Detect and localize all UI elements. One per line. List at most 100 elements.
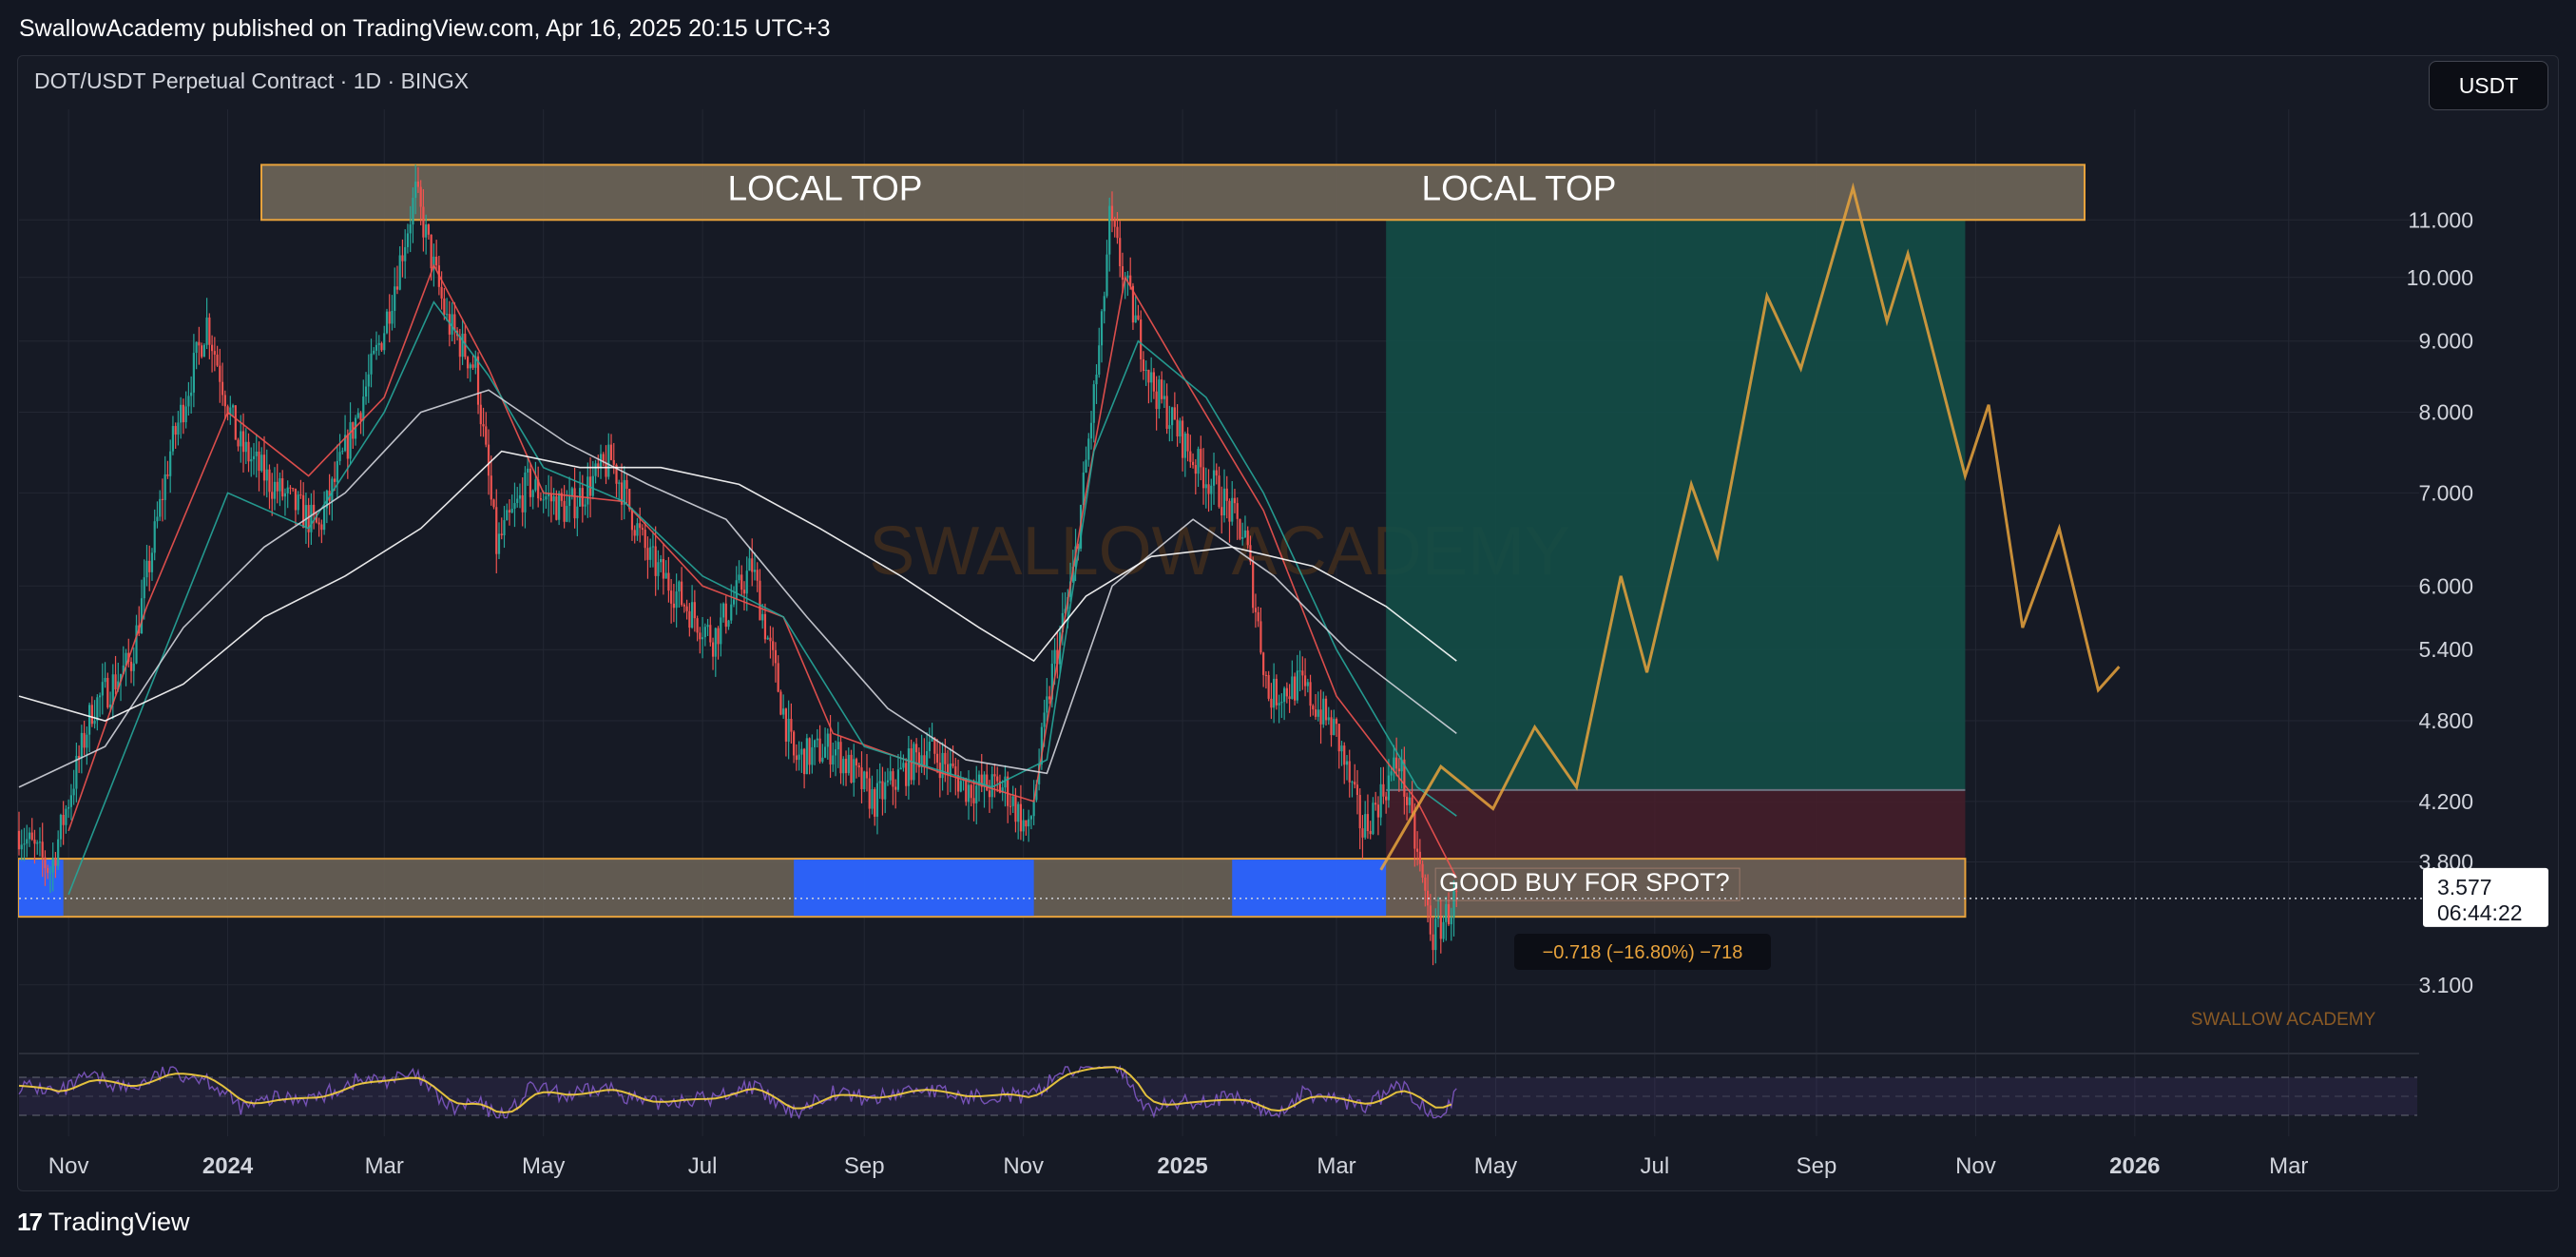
candle-body <box>1150 372 1153 383</box>
candle-body <box>161 498 164 500</box>
candle-body <box>1312 706 1315 710</box>
candle-body <box>1301 670 1304 676</box>
candle-body <box>816 738 818 741</box>
candle-body <box>1113 220 1116 227</box>
candle-body <box>356 413 359 418</box>
candle-body <box>1372 803 1375 835</box>
candle-body <box>252 455 256 459</box>
candle-body <box>41 841 44 858</box>
candle-body <box>1004 776 1007 788</box>
candle-body <box>1144 369 1147 372</box>
candle-body <box>331 478 334 501</box>
candle-body <box>787 719 790 742</box>
candle-body <box>907 748 910 786</box>
candle-body <box>1351 782 1354 783</box>
candle-body <box>774 649 778 664</box>
candle-body <box>466 357 470 369</box>
candle-body <box>573 488 576 519</box>
candle-body <box>811 746 814 765</box>
candle-body <box>202 344 205 358</box>
candle-body <box>129 661 133 671</box>
candle-body <box>763 613 767 640</box>
candle-body <box>1212 470 1216 486</box>
candle-body <box>1322 698 1325 725</box>
candle-body <box>865 771 869 779</box>
candle-body <box>395 286 399 290</box>
candle-body <box>1379 783 1382 818</box>
candle-body <box>140 598 144 634</box>
candle-body <box>1218 475 1221 508</box>
candle-body <box>1108 205 1111 255</box>
x-axis-tick-label: May <box>522 1153 565 1179</box>
candle-body <box>1317 709 1319 717</box>
price-label-value: 3.577 <box>2437 875 2492 899</box>
candle-body <box>724 603 727 628</box>
candle-body <box>163 474 166 500</box>
candle-body <box>143 577 145 599</box>
y-axis-tick-label: 9.000 <box>2418 329 2473 354</box>
candle-body <box>88 705 91 735</box>
candle-body <box>1221 507 1223 516</box>
candle-body <box>612 459 615 465</box>
candle-body <box>868 778 871 809</box>
candle-body <box>675 591 678 609</box>
candle-body <box>1358 795 1361 829</box>
candle-body <box>1361 828 1364 838</box>
candle-body <box>1257 611 1259 622</box>
candle-body <box>503 520 506 536</box>
candle-body <box>1254 608 1258 612</box>
candle-body <box>1194 465 1197 474</box>
candle-body <box>219 365 221 382</box>
candle-body <box>720 617 722 645</box>
candle-body <box>959 781 962 792</box>
candle-body <box>534 479 537 491</box>
candle-body <box>1330 717 1333 736</box>
candle-body <box>391 310 394 324</box>
candle-body <box>1291 676 1294 699</box>
candle-body <box>899 767 902 770</box>
candle-body <box>657 562 660 576</box>
candle-body <box>681 581 683 606</box>
candle-body <box>1355 784 1359 796</box>
candle-body <box>782 708 785 715</box>
candle-body <box>894 786 897 790</box>
candle-body <box>294 489 298 511</box>
candle-body <box>377 342 380 345</box>
candle-body <box>952 763 954 767</box>
candle-body <box>1406 796 1409 805</box>
candle-body <box>69 795 72 807</box>
candle-body <box>1189 451 1192 462</box>
candle-body <box>51 858 54 873</box>
candle-body <box>104 677 106 683</box>
candle-body <box>297 494 299 511</box>
currency-button[interactable]: USDT <box>2429 61 2548 110</box>
candle-body <box>570 488 573 496</box>
candle-body <box>362 396 365 421</box>
candle-body <box>1158 379 1161 410</box>
candle-body <box>1366 814 1370 831</box>
footer-brand[interactable]: 17 TradingView <box>17 1208 190 1237</box>
candle-body <box>730 604 733 621</box>
candle-body <box>709 625 712 643</box>
candle-body <box>333 478 336 482</box>
candle-body <box>83 732 86 748</box>
candle-body <box>1186 433 1189 452</box>
candle-body <box>678 581 681 592</box>
candle-body <box>425 224 428 238</box>
candle-body <box>902 763 905 768</box>
candle-body <box>896 769 900 790</box>
price-chart[interactable]: SWALLOW ACADEMYSWALLOW ACADEMYLOCAL TOP L… <box>0 0 2576 1257</box>
candle-body <box>375 344 378 351</box>
candle-body <box>823 746 827 758</box>
candle-body <box>779 691 782 715</box>
candle-body <box>646 548 649 560</box>
candle-body <box>855 759 858 766</box>
candle-body <box>860 767 863 790</box>
candle-body <box>135 625 138 664</box>
candle-body <box>1424 877 1427 891</box>
candle-body <box>699 632 702 640</box>
candle-body <box>842 759 845 774</box>
candle-body <box>967 784 971 803</box>
candle-body <box>826 733 829 747</box>
x-axis-tick-label: 2025 <box>1157 1153 1207 1179</box>
